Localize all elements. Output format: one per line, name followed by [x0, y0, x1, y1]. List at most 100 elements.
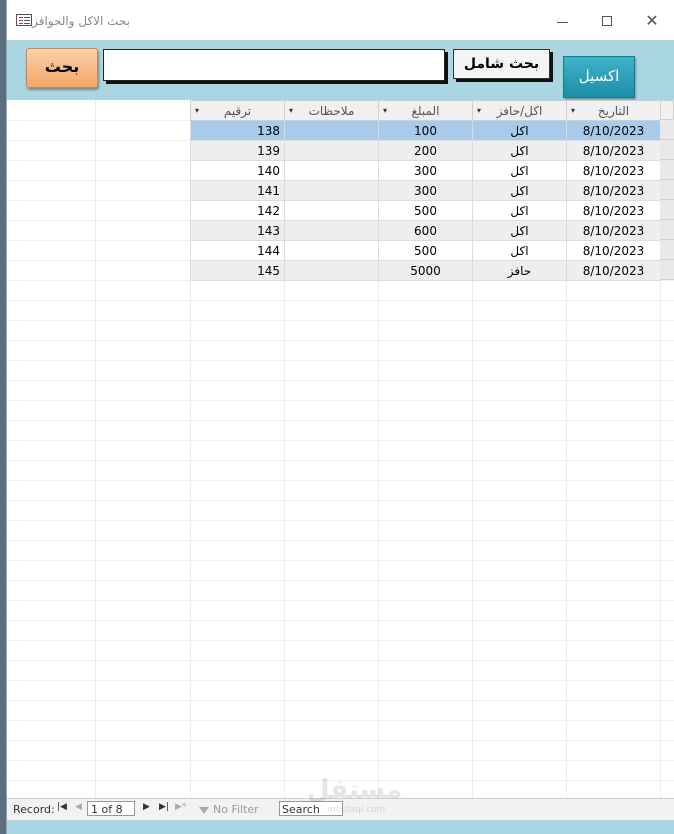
grid-line — [7, 540, 674, 541]
status-bar — [7, 820, 674, 834]
cell-num[interactable]: 142 — [190, 200, 285, 221]
row-selector[interactable] — [660, 240, 674, 260]
row-selector[interactable] — [660, 180, 674, 200]
cell-date[interactable]: 8/10/2023 — [566, 160, 661, 181]
cell-date[interactable]: 8/10/2023 — [566, 120, 661, 141]
cell-type[interactable]: اكل — [472, 140, 567, 161]
row-selector[interactable] — [660, 260, 674, 280]
grid-line — [7, 340, 674, 341]
first-record-button[interactable]: |◀ — [57, 802, 67, 812]
select-all-corner[interactable] — [660, 100, 674, 120]
cell-num[interactable]: 141 — [190, 180, 285, 201]
cell-date[interactable]: 8/10/2023 — [566, 140, 661, 161]
row-selector[interactable] — [660, 140, 674, 160]
cell-type[interactable]: اكل — [472, 160, 567, 181]
grid-line — [7, 660, 674, 661]
watermark-url: mostaql.com — [327, 805, 386, 815]
table-row[interactable]: 143 600 اكل 8/10/2023 — [190, 220, 661, 241]
cell-notes[interactable] — [284, 140, 379, 161]
cell-date[interactable]: 8/10/2023 — [566, 180, 661, 201]
cell-amount[interactable]: 600 — [378, 220, 473, 241]
cell-type[interactable]: اكل — [472, 240, 567, 261]
cell-num[interactable]: 144 — [190, 240, 285, 261]
grid-line — [7, 620, 674, 621]
cell-num[interactable]: 140 — [190, 160, 285, 181]
grid-line — [7, 360, 674, 361]
excel-export-button[interactable]: اكسيل — [563, 56, 635, 98]
column-header-date[interactable]: ▾ التاريخ — [566, 100, 661, 121]
cell-notes[interactable] — [284, 260, 379, 281]
record-position-field[interactable]: 1 of 8 — [87, 801, 135, 816]
grid-line — [7, 480, 674, 481]
cell-amount[interactable]: 500 — [378, 200, 473, 221]
cell-amount[interactable]: 300 — [378, 180, 473, 201]
table-row[interactable]: 138 100 اكل 8/10/2023 — [190, 120, 661, 141]
column-header-type[interactable]: ▾ اكل/حافز — [472, 100, 567, 121]
grid-line — [7, 560, 674, 561]
new-record-button[interactable]: ▶* — [175, 802, 186, 812]
cell-notes[interactable] — [284, 240, 379, 261]
table-row[interactable]: 144 500 اكل 8/10/2023 — [190, 240, 661, 261]
search-button[interactable]: بحث — [26, 48, 98, 88]
cell-notes[interactable] — [284, 220, 379, 241]
grid-line — [7, 740, 674, 741]
cell-type[interactable]: اكل — [472, 220, 567, 241]
cell-notes[interactable] — [284, 180, 379, 201]
row-selector[interactable] — [660, 120, 674, 140]
filter-icon — [199, 806, 209, 814]
cell-amount[interactable]: 200 — [378, 140, 473, 161]
grid-line — [7, 600, 674, 601]
cell-amount[interactable]: 300 — [378, 160, 473, 181]
grid-line — [7, 300, 674, 301]
data-table: ▾ ترقيم ▾ ملاحظات ▾ المبلغ ▾ اكل/حافز ▾ التار… — [190, 100, 661, 281]
grid-line — [7, 320, 674, 321]
grid-line — [7, 380, 674, 381]
grid-line — [7, 500, 674, 501]
cell-amount[interactable]: 100 — [378, 120, 473, 141]
row-selector[interactable] — [660, 220, 674, 240]
cell-date[interactable]: 8/10/2023 — [566, 260, 661, 281]
record-label: Record: — [13, 803, 55, 816]
cell-num[interactable]: 143 — [190, 220, 285, 241]
cell-notes[interactable] — [284, 160, 379, 181]
cell-type[interactable]: اكل — [472, 200, 567, 221]
column-header-num[interactable]: ▾ ترقيم — [190, 100, 285, 121]
row-selector[interactable] — [660, 160, 674, 180]
table-row[interactable]: 139 200 اكل 8/10/2023 — [190, 140, 661, 161]
table-row[interactable]: 145 5000 حافز 8/10/2023 — [190, 260, 661, 281]
column-header-amount[interactable]: ▾ المبلغ — [378, 100, 473, 121]
table-row[interactable]: 141 300 اكل 8/10/2023 — [190, 180, 661, 201]
window-title: بحث الاكل والحوافز — [32, 14, 130, 28]
cell-date[interactable]: 8/10/2023 — [566, 220, 661, 241]
search-input[interactable] — [103, 49, 445, 81]
cell-num[interactable]: 139 — [190, 140, 285, 161]
grid-line — [95, 100, 96, 798]
cell-num[interactable]: 145 — [190, 260, 285, 281]
filter-toggle[interactable]: No Filter — [199, 803, 259, 816]
table-row[interactable]: 142 500 اكل 8/10/2023 — [190, 200, 661, 221]
maximize-button[interactable] — [592, 8, 622, 34]
cell-date[interactable]: 8/10/2023 — [566, 200, 661, 221]
cell-amount[interactable]: 500 — [378, 240, 473, 261]
global-search-button[interactable]: بحث شامل — [453, 49, 550, 79]
cell-notes[interactable] — [284, 200, 379, 221]
cell-amount[interactable]: 5000 — [378, 260, 473, 281]
grid-line — [7, 440, 674, 441]
cell-date[interactable]: 8/10/2023 — [566, 240, 661, 261]
cell-type[interactable]: اكل — [472, 120, 567, 141]
cell-notes[interactable] — [284, 120, 379, 141]
form-header: بحث بحث شامل اكسيل — [7, 40, 674, 100]
previous-record-button[interactable]: ◀ — [75, 802, 82, 812]
datasheet[interactable]: ▾ ترقيم ▾ ملاحظات ▾ المبلغ ▾ اكل/حافز ▾ التار… — [7, 100, 674, 798]
row-selector[interactable] — [660, 200, 674, 220]
grid-line — [7, 400, 674, 401]
close-button[interactable]: ✕ — [637, 8, 667, 34]
cell-type[interactable]: اكل — [472, 180, 567, 201]
column-header-notes[interactable]: ▾ ملاحظات — [284, 100, 379, 121]
minimize-button[interactable] — [547, 8, 577, 34]
last-record-button[interactable]: ▶| — [159, 802, 169, 812]
cell-num[interactable]: 138 — [190, 120, 285, 141]
table-row[interactable]: 140 300 اكل 8/10/2023 — [190, 160, 661, 181]
next-record-button[interactable]: ▶ — [143, 802, 150, 812]
cell-type[interactable]: حافز — [472, 260, 567, 281]
